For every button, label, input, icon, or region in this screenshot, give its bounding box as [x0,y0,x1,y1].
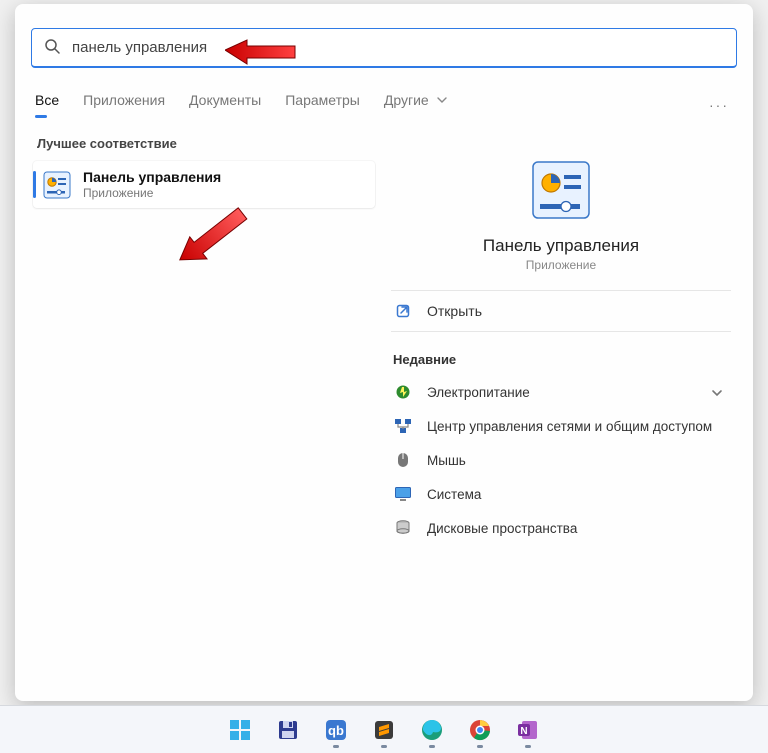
recent-item-system[interactable]: Система [387,477,735,511]
result-item-control-panel[interactable]: Панель управления Приложение [33,161,375,208]
recent-item-disks[interactable]: Дисковые пространства [387,511,735,545]
power-icon [393,382,413,402]
recent-item-label: Система [427,487,481,502]
expand-actions-button[interactable] [705,381,729,405]
taskbar-start-button[interactable] [220,710,260,750]
taskbar-item-chrome[interactable] [460,710,500,750]
network-center-icon [393,416,413,436]
tab-apps[interactable]: Приложения [83,92,165,118]
taskbar-item-sublime[interactable] [364,710,404,750]
search-bar[interactable] [31,28,737,68]
chrome-icon [468,718,492,742]
search-icon [44,38,60,57]
tab-all[interactable]: Все [35,92,59,118]
result-title: Панель управления [83,169,221,185]
taskbar-item-save[interactable] [268,710,308,750]
open-external-icon [393,301,413,321]
recent-item-label: Мышь [427,453,466,468]
search-flyout: Все Приложения Документы Параметры Други… [15,4,753,701]
recent-item-power[interactable]: Электропитание [387,375,735,409]
result-text: Панель управления Приложение [83,169,221,200]
chevron-down-icon [437,92,447,108]
tab-more-label: Другие [384,92,429,108]
mouse-icon [393,450,413,470]
recent-item-label: Центр управления сетями и общим доступом [427,419,712,434]
divider [391,331,731,332]
taskbar-item-qbittorrent[interactable]: qb [316,710,356,750]
action-area: Открыть Недавние Электропитание Центр уп… [387,291,735,545]
svg-text:N: N [520,726,527,737]
more-options-button[interactable]: ··· [705,93,733,117]
control-panel-icon [43,171,71,199]
tab-settings[interactable]: Параметры [285,92,360,118]
qbittorrent-icon: qb [324,718,348,742]
onenote-icon: N [516,718,540,742]
open-action[interactable]: Открыть [387,291,735,331]
disk-spaces-icon [393,518,413,538]
sublime-icon [372,718,396,742]
save-disk-icon [276,718,300,742]
recent-section-label: Недавние [393,352,729,367]
tab-more[interactable]: Другие [384,92,447,118]
recent-item-label: Дисковые пространства [427,521,577,536]
taskbar: qb N [0,705,768,753]
preview-hero: Панель управления Приложение [387,150,735,290]
results-column: Лучшее соответствие Панель управления Пр… [33,136,375,208]
control-panel-icon [531,160,591,220]
recent-item-mouse[interactable]: Мышь [387,443,735,477]
open-action-label: Открыть [427,303,482,319]
annotation-arrow [167,198,255,281]
filter-tabs: Все Приложения Документы Параметры Други… [35,92,733,118]
tab-documents[interactable]: Документы [189,92,261,118]
system-icon [393,484,413,504]
recent-item-label: Электропитание [427,385,530,400]
recent-item-network[interactable]: Центр управления сетями и общим доступом [387,409,735,443]
preview-subtitle: Приложение [526,258,596,272]
best-match-label: Лучшее соответствие [37,136,375,151]
edge-icon [420,718,444,742]
preview-pane: Панель управления Приложение Открыть Нед… [386,150,735,681]
taskbar-item-onenote[interactable]: N [508,710,548,750]
start-icon [228,718,252,742]
taskbar-item-edge[interactable] [412,710,452,750]
search-input[interactable] [70,38,724,57]
preview-title: Панель управления [483,236,639,256]
svg-text:qb: qb [328,723,344,738]
result-subtitle: Приложение [83,186,221,200]
